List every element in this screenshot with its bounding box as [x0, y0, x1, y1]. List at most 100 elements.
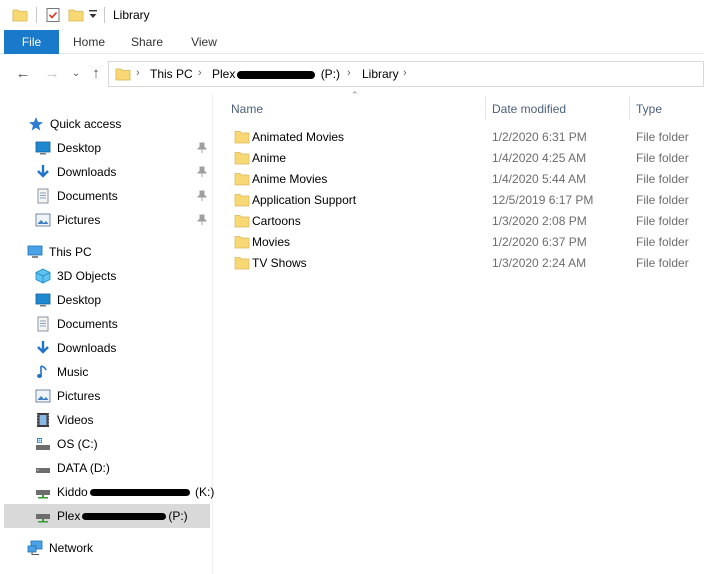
- breadcrumb-chevron-icon[interactable]: ›: [347, 67, 351, 79]
- pin-icon[interactable]: [196, 166, 208, 178]
- music-icon: [35, 364, 51, 380]
- tab-file[interactable]: File: [4, 30, 59, 54]
- file-name: Application Support: [252, 193, 357, 207]
- breadcrumb-plex-drive[interactable]: Plex (P:): [212, 67, 340, 81]
- column-header-date-modified[interactable]: Date modified: [492, 98, 624, 120]
- tab-home[interactable]: Home: [66, 30, 112, 54]
- sidebar-item-label: DATA (D:): [57, 461, 110, 475]
- pictures-icon: [35, 212, 51, 228]
- breadcrumb-chevron-icon[interactable]: ›: [198, 67, 202, 79]
- pin-icon[interactable]: [196, 142, 208, 154]
- folder-icon: [234, 256, 250, 270]
- sidebar-item-label: Quick access: [50, 117, 122, 131]
- folder-icon: [234, 172, 250, 186]
- sidebar-item-pictures-quick[interactable]: Pictures: [35, 208, 212, 232]
- sidebar-item-downloads-quick[interactable]: Downloads: [35, 160, 212, 184]
- back-arrow-icon[interactable]: ←: [15, 66, 31, 82]
- breadcrumb-chevron-icon[interactable]: ›: [403, 67, 407, 79]
- sidebar-item-this-pc[interactable]: This PC: [27, 240, 212, 264]
- toolbar-divider: [36, 7, 37, 23]
- breadcrumb-chevron-icon[interactable]: ›: [136, 67, 140, 79]
- redaction-mark: [89, 489, 190, 497]
- desktop-icon: [35, 292, 51, 308]
- navigation-bar: ← → ⌄ ↑ › This PC › Plex (P:) › Library …: [0, 58, 704, 90]
- sidebar-item-label: 3D Objects: [57, 269, 117, 283]
- file-name: Anime Movies: [252, 172, 328, 186]
- file-row[interactable]: Anime Movies 1/4/2020 5:44 AM File folde…: [228, 169, 704, 190]
- folder-icon: [234, 151, 250, 165]
- folder-icon[interactable]: [12, 7, 28, 23]
- sidebar-item-label: Videos: [57, 413, 94, 427]
- pin-icon[interactable]: [196, 214, 208, 226]
- sidebar-item-network-drive-p[interactable]: Plex (P:): [4, 504, 210, 528]
- file-date-modified: 1/4/2020 4:25 AM: [492, 151, 587, 165]
- drive-icon: [35, 460, 51, 476]
- breadcrumb-library[interactable]: Library: [362, 67, 399, 81]
- new-folder-icon[interactable]: [68, 7, 84, 26]
- file-type: File folder: [636, 130, 689, 144]
- column-header-type[interactable]: Type: [636, 98, 704, 120]
- sidebar-item-music[interactable]: Music: [35, 360, 212, 384]
- forward-arrow-icon[interactable]: →: [44, 66, 60, 82]
- sidebar-item-label: Documents: [57, 317, 118, 331]
- file-row[interactable]: Animated Movies 1/2/2020 6:31 PM File fo…: [228, 127, 704, 148]
- file-row[interactable]: Cartoons 1/3/2020 2:08 PM File folder: [228, 211, 704, 232]
- pin-icon[interactable]: [196, 190, 208, 202]
- file-date-modified: 1/2/2020 6:31 PM: [492, 130, 587, 144]
- redaction-mark: [237, 70, 316, 79]
- column-header-name[interactable]: Name: [231, 98, 481, 120]
- properties-icon[interactable]: [45, 7, 61, 26]
- column-divider[interactable]: [485, 96, 486, 120]
- sidebar-item-label: Network: [49, 541, 94, 555]
- file-type: File folder: [636, 172, 689, 186]
- drive-name-prefix: Kiddo: [57, 485, 88, 499]
- file-row[interactable]: TV Shows 1/3/2020 2:24 AM File folder: [228, 253, 704, 274]
- file-date-modified: 12/5/2019 6:17 PM: [492, 193, 594, 207]
- sidebar-item-network[interactable]: Network: [27, 536, 212, 560]
- window-title: Library: [113, 8, 150, 22]
- folder-icon: [234, 235, 250, 249]
- file-date-modified: 1/3/2020 2:24 AM: [492, 256, 587, 270]
- sidebar-item-pictures[interactable]: Pictures: [35, 384, 212, 408]
- title-bar: Library: [0, 0, 704, 30]
- sidebar-item-desktop-quick[interactable]: Desktop: [35, 136, 212, 160]
- breadcrumb-this-pc[interactable]: This PC: [150, 67, 193, 81]
- drive-letter: (P:): [168, 509, 188, 523]
- sidebar-item-documents[interactable]: Documents: [35, 312, 212, 336]
- 3d-objects-icon: [35, 268, 51, 284]
- tab-view[interactable]: View: [182, 30, 226, 54]
- sidebar-item-quick-access[interactable]: Quick access: [28, 112, 212, 136]
- sidebar-item-label: Pictures: [57, 213, 101, 227]
- sidebar-item-network-drive-k[interactable]: Kiddo (K:): [35, 480, 215, 504]
- sidebar-item-documents-quick[interactable]: Documents: [35, 184, 212, 208]
- file-row[interactable]: Application Support 12/5/2019 6:17 PM Fi…: [228, 190, 704, 211]
- column-divider[interactable]: [629, 96, 630, 120]
- file-row[interactable]: Movies 1/2/2020 6:37 PM File folder: [228, 232, 704, 253]
- tab-share[interactable]: Share: [124, 30, 170, 54]
- toolbar-divider: [104, 7, 105, 23]
- file-type: File folder: [636, 235, 689, 249]
- sidebar-item-3d-objects[interactable]: 3D Objects: [35, 264, 212, 288]
- breadcrumb-plex-suffix: (P:): [320, 67, 341, 81]
- file-date-modified: 1/2/2020 6:37 PM: [492, 235, 587, 249]
- sidebar-item-data-drive[interactable]: DATA (D:): [35, 456, 212, 480]
- sidebar-item-label: Pictures: [57, 389, 101, 403]
- customize-toolbar-dropdown-icon[interactable]: [88, 9, 98, 24]
- address-bar[interactable]: › This PC › Plex (P:) › Library ›: [108, 61, 704, 87]
- sidebar-item-videos[interactable]: Videos: [35, 408, 212, 432]
- documents-icon: [35, 188, 51, 204]
- sidebar-item-desktop[interactable]: Desktop: [35, 288, 212, 312]
- file-name: Animated Movies: [252, 130, 345, 144]
- ribbon-tabs: File Home Share View: [0, 30, 704, 54]
- sidebar-item-os-drive[interactable]: OS (C:): [35, 432, 212, 456]
- file-row[interactable]: Anime 1/4/2020 4:25 AM File folder: [228, 148, 704, 169]
- recent-locations-chevron-icon[interactable]: ⌄: [68, 66, 84, 82]
- sidebar-item-downloads[interactable]: Downloads: [35, 336, 212, 360]
- documents-icon: [35, 316, 51, 332]
- this-pc-icon: [27, 244, 43, 260]
- drive-letter: (K:): [195, 485, 215, 499]
- up-arrow-icon[interactable]: ↑: [88, 66, 104, 82]
- file-name: Cartoons: [252, 214, 301, 228]
- file-name: Movies: [252, 235, 291, 249]
- drive-name-prefix: Plex: [57, 509, 81, 523]
